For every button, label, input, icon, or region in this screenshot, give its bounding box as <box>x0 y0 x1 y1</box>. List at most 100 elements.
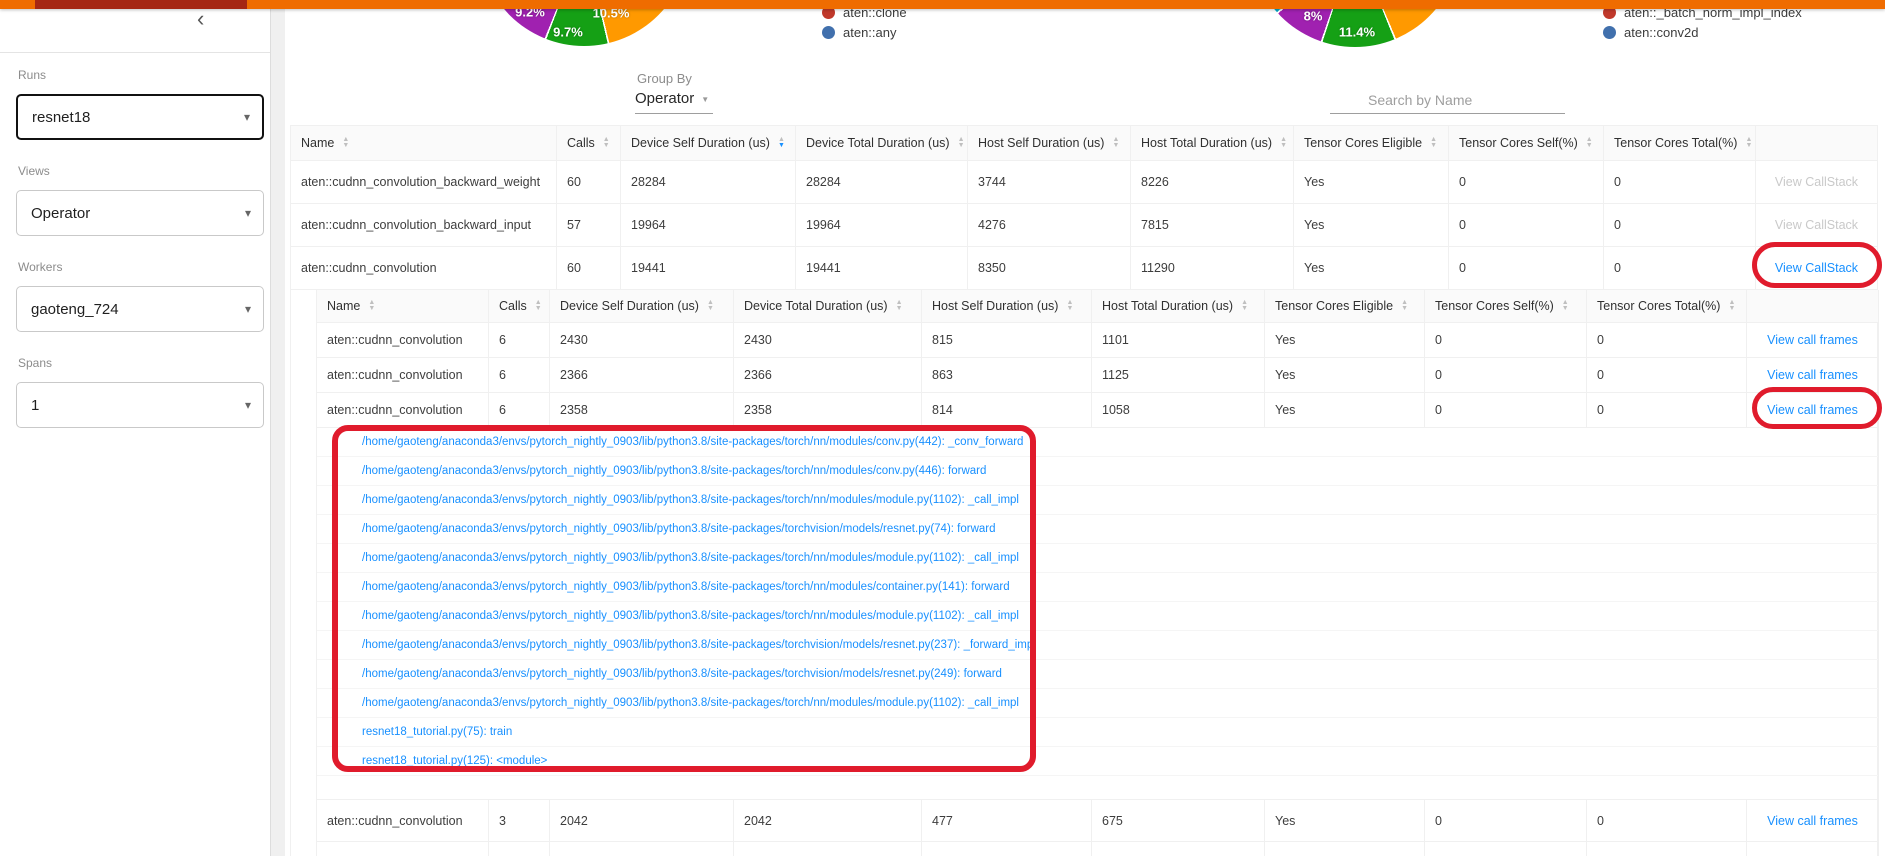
column-header-device-total-duration-us[interactable]: Device Total Duration (us) ▲ ▼ <box>734 290 922 322</box>
chevron-down-icon: ▾ <box>244 398 251 412</box>
cell-value: 0 <box>1604 247 1756 289</box>
column-header-tensor-cores-eligible[interactable]: Tensor Cores Eligible ▲ ▼ <box>1294 126 1449 160</box>
sidebar-select-spans[interactable]: 1 ▾ <box>16 382 264 428</box>
column-header-name[interactable]: Name ▲ ▼ <box>317 290 489 322</box>
sort-caret-down-icon: ▼ <box>706 305 714 312</box>
cell-value: 7815 <box>1131 204 1294 246</box>
column-label: Tensor Cores Self(%) <box>1459 136 1578 150</box>
cell-value: 863 <box>922 358 1092 392</box>
legend-bullet <box>822 26 835 39</box>
cell-value: 3744 <box>968 161 1131 203</box>
column-label: Tensor Cores Total(%) <box>1597 299 1721 313</box>
sidebar-select-workers[interactable]: gaoteng_724 ▾ <box>16 286 264 332</box>
column-label: Calls <box>567 136 595 150</box>
callstack-frame-link[interactable]: /home/gaoteng/anaconda3/envs/pytorch_nig… <box>362 581 1010 593</box>
sidebar: ‹ Runs resnet18 ▾ Views Operator ▾ Workers gaot… <box>0 0 271 856</box>
callstack-frame-link[interactable]: /home/gaoteng/anaconda3/envs/pytorch_nig… <box>362 436 1023 448</box>
cell-value: 4276 <box>968 204 1131 246</box>
column-header-tensor-cores-self[interactable]: Tensor Cores Self(%) ▲ ▼ <box>1449 126 1604 160</box>
sort-icon: ▲ ▼ <box>1280 136 1288 149</box>
cell-value: 2358 <box>734 393 922 427</box>
callstack-frame-link[interactable]: /home/gaoteng/anaconda3/envs/pytorch_nig… <box>362 639 1036 651</box>
view-call-frames-link[interactable]: View call frames <box>1767 814 1858 828</box>
cell-value: Yes <box>1265 393 1425 427</box>
view-call-frames-link[interactable]: View call frames <box>1767 333 1858 347</box>
callstack-row: /home/gaoteng/anaconda3/envs/pytorch_nig… <box>317 602 1878 631</box>
cell-value: 6 <box>489 323 550 357</box>
cell-value: 843 <box>922 842 1092 856</box>
table-row: aten::cudnn_convolution_backward_weight 6… <box>291 161 1877 204</box>
callstack-frame-link[interactable]: /home/gaoteng/anaconda3/envs/pytorch_nig… <box>362 494 1019 506</box>
sort-caret-down-icon: ▼ <box>895 305 903 312</box>
column-header-device-self-duration-us[interactable]: Device Self Duration (us) ▲ ▼ <box>621 126 796 160</box>
callstack-frame-link[interactable]: /home/gaoteng/anaconda3/envs/pytorch_nig… <box>362 552 1019 564</box>
sort-icon: ▲ ▼ <box>342 136 349 149</box>
pie-slice-label: 9.7% <box>553 24 583 40</box>
chevron-down-icon: ▾ <box>243 110 250 124</box>
callstack-frame-link[interactable]: resnet18_tutorial.py(125): <module> <box>362 755 547 767</box>
sidebar-select-runs[interactable]: resnet18 ▾ <box>16 94 264 140</box>
pie-slice-label: 11.4% <box>1338 24 1376 40</box>
view-callstack-link: View CallStack <box>1774 175 1859 189</box>
column-header-host-total-duration-us[interactable]: Host Total Duration (us) ▲ ▼ <box>1131 126 1294 160</box>
column-header-tensor-cores-total[interactable]: Tensor Cores Total(%) ▲ ▼ <box>1587 290 1747 322</box>
column-header-host-self-duration-us[interactable]: Host Self Duration (us) ▲ ▼ <box>922 290 1092 322</box>
main-table: Name ▲ ▼ Calls ▲ ▼ Device Self Duration (us) ▲ ▼… <box>291 126 1877 290</box>
callstack-frame-link[interactable]: /home/gaoteng/anaconda3/envs/pytorch_nig… <box>362 465 986 477</box>
cell-action: View CallStack <box>1756 161 1877 203</box>
column-header-calls[interactable]: Calls ▲ ▼ <box>489 290 550 322</box>
pie-slice-label: 8% <box>1303 8 1323 24</box>
column-header-host-total-duration-us[interactable]: Host Total Duration (us) ▲ ▼ <box>1092 290 1265 322</box>
callstack-row: resnet18_tutorial.py(75): train <box>317 718 1878 747</box>
sort-icon: ▲ ▼ <box>895 299 903 312</box>
column-header-host-self-duration-us[interactable]: Host Self Duration (us) ▲ ▼ <box>968 126 1131 160</box>
legend-bullet <box>1603 26 1616 39</box>
select-value: resnet18 <box>32 108 91 126</box>
callstack-frame-link[interactable]: /home/gaoteng/anaconda3/envs/pytorch_nig… <box>362 523 996 535</box>
sidebar-collapse-button[interactable]: ‹ <box>197 8 204 30</box>
pie-legend-right: aten::_batch_norm_impl_index aten::conv2d <box>1603 4 1802 44</box>
column-header-tensor-cores-eligible[interactable]: Tensor Cores Eligible ▲ ▼ <box>1265 290 1425 322</box>
sort-caret-down-icon: ▼ <box>1280 142 1288 149</box>
cell-value: 0 <box>1425 323 1587 357</box>
view-callstack-link[interactable]: View CallStack <box>1775 261 1858 275</box>
column-header-name[interactable]: Name ▲ ▼ <box>291 126 557 160</box>
pie-legend-left: aten::clone aten::any <box>822 4 907 44</box>
callstack-row: /home/gaoteng/anaconda3/envs/pytorch_nig… <box>317 544 1878 573</box>
sidebar-select-views[interactable]: Operator ▾ <box>16 190 264 236</box>
column-label: Tensor Cores Self(%) <box>1435 299 1554 313</box>
cell-value: Yes <box>1265 358 1425 392</box>
top-app-bar <box>0 0 1885 9</box>
sort-icon: ▲ ▼ <box>1241 299 1248 312</box>
cell-value: 814 <box>922 393 1092 427</box>
cell-value: 2020 <box>734 842 922 856</box>
callstack-frame-link[interactable]: /home/gaoteng/anaconda3/envs/pytorch_nig… <box>362 668 1002 680</box>
cell-value: 0 <box>1587 842 1747 856</box>
column-header-device-total-duration-us[interactable]: Device Total Duration (us) ▲ ▼ <box>796 126 968 160</box>
cell-value: 19441 <box>796 247 968 289</box>
cell-value: 1125 <box>1092 358 1265 392</box>
callstack-frame-link[interactable]: /home/gaoteng/anaconda3/envs/pytorch_nig… <box>362 610 1019 622</box>
column-header-tensor-cores-total[interactable]: Tensor Cores Total(%) ▲ ▼ <box>1604 126 1756 160</box>
view-call-frames-link[interactable]: View call frames <box>1767 403 1858 417</box>
sort-caret-down-icon: ▼ <box>368 305 376 312</box>
cell-value: 0 <box>1449 204 1604 246</box>
column-header-calls[interactable]: Calls ▲ ▼ <box>557 126 621 160</box>
sort-caret-down-icon: ▼ <box>1066 305 1074 312</box>
column-header-tensor-cores-self[interactable]: Tensor Cores Self(%) ▲ ▼ <box>1425 290 1587 322</box>
search-input[interactable] <box>1330 86 1565 114</box>
callstack-frame-link[interactable]: /home/gaoteng/anaconda3/envs/pytorch_nig… <box>362 697 1019 709</box>
callstack-row: /home/gaoteng/anaconda3/envs/pytorch_nig… <box>317 428 1878 457</box>
sort-caret-down-icon: ▼ <box>957 142 965 149</box>
column-header-device-self-duration-us[interactable]: Device Self Duration (us) ▲ ▼ <box>550 290 734 322</box>
group-by-select[interactable]: Operator ▼ <box>635 90 709 107</box>
sidebar-label-spans: Spans <box>18 356 53 370</box>
view-call-frames-link[interactable]: View call frames <box>1767 368 1858 382</box>
callstack-frame-link[interactable]: resnet18_tutorial.py(75): train <box>362 726 512 738</box>
cell-action: View call frames <box>1747 358 1878 392</box>
sort-caret-down-icon: ▼ <box>1585 142 1593 149</box>
cell-value: 2366 <box>550 358 734 392</box>
table-row: aten::cudnn_convolution6202020208431106Y… <box>317 842 1878 856</box>
cell-value: 0 <box>1587 323 1747 357</box>
sort-icon: ▲ ▼ <box>706 299 714 312</box>
